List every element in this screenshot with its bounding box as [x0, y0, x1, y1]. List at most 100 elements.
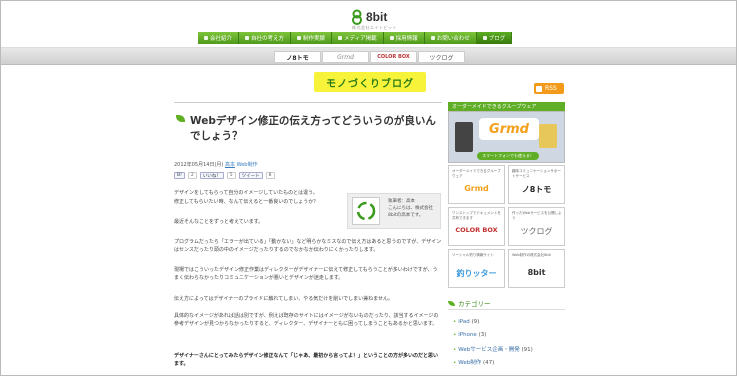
blog-banner-text: モノづくりブログ	[326, 78, 414, 90]
hatena-bookmark-button[interactable]: B!	[174, 172, 185, 179]
card-caption: オーダーメイドできるグループウェア	[452, 169, 501, 178]
card-caption: 趣味コミュニケーションサポートサービス	[512, 169, 561, 178]
tweet-count: 8	[265, 172, 275, 179]
sidebar-card-hachitomo[interactable]: 趣味コミュニケーションサポートサービス ノ8トモ	[508, 165, 565, 204]
category-label: iPad	[458, 319, 470, 325]
category-item[interactable]: iPhone (3)	[453, 332, 486, 338]
nav-label: 制作実績	[303, 36, 326, 42]
category-count: (91)	[521, 347, 533, 353]
phone-image	[455, 122, 473, 152]
category-count: (3)	[478, 332, 487, 338]
recruit-icon	[389, 36, 394, 40]
leaf-icon	[448, 300, 455, 306]
nav-label: 採用情報	[395, 36, 418, 42]
nav-contact[interactable]: お問い合わせ	[424, 32, 477, 44]
category-heading: カテゴリー	[448, 299, 565, 308]
grmd-feature-banner[interactable]: Grmd スマートフォンでも使える！	[448, 111, 565, 163]
hatena-count: 2	[187, 172, 197, 179]
author-box: 執筆者：高本 こんにちは、株式会社 8bitの高本です。	[347, 193, 441, 229]
paragraph: 修正してもらいたい時、なんて伝えると一番良いのでしょうか？	[174, 199, 319, 205]
nav-media[interactable]: メディア掲載	[332, 32, 384, 44]
author-greeting: こんにちは、株式会社	[388, 206, 433, 211]
rss-icon	[536, 85, 542, 92]
leaf-icon	[176, 115, 185, 122]
card-caption: Web制作の株式会社8bit	[512, 253, 551, 257]
card-brand: 釣りッター	[456, 269, 497, 278]
sidebar-feature-head: オーダーメイドできるグループウェア	[448, 102, 565, 111]
site-header: 8bit 株式会社エイトビット 会社紹介 自社の考え方 制作実績 メディア掲載 …	[1, 1, 736, 47]
card-caption: 作ったWebサービスを公開しよう	[512, 211, 562, 220]
category-count: (47)	[483, 360, 495, 366]
nav-recruit[interactable]: 採用情報	[383, 32, 425, 44]
facebook-like-button[interactable]: いいね！	[199, 172, 224, 179]
category-divider	[448, 309, 565, 310]
sidebar-card-grmd[interactable]: オーダーメイドできるグループウェア Grmd	[448, 165, 505, 204]
nav-label: お問い合わせ	[436, 36, 470, 42]
global-nav: 会社紹介 自社の考え方 制作実績 メディア掲載 採用情報 お問い合わせ ブログ	[198, 32, 513, 44]
logo-8bit-icon	[352, 9, 362, 25]
sidebar-card-colorbox[interactable]: ワンストップでドキュメントを共有できます COLOR BOX	[448, 207, 505, 246]
card-brand: Grmd	[464, 184, 489, 193]
category-label: Webサービス企画・開発	[458, 347, 520, 353]
category-item[interactable]: iPad (9)	[453, 319, 479, 325]
media-icon	[338, 36, 343, 40]
paragraph: 最近そんなことをずっと考えています。	[174, 219, 264, 225]
post-author-link[interactable]: 高本	[225, 162, 235, 168]
category-item[interactable]: Web制作 (47)	[453, 358, 494, 366]
paragraph: 現場ではこういったデザイン修正作業はディレクターがデザイナーに伝えて修正してもら…	[174, 267, 438, 281]
title-divider	[174, 102, 442, 103]
rss-label: RSS	[545, 85, 557, 92]
blog-banner[interactable]: モノづくりブログ	[314, 72, 426, 92]
service-subnav: ノ8トモ Grmd COLOR BOX ツクログ	[1, 47, 736, 65]
card-brand: ツクログ	[520, 227, 553, 236]
feature-cta: スマートフォンでも使える！	[477, 152, 539, 160]
contact-icon	[430, 36, 435, 40]
card-brand: ノ8トモ	[521, 185, 552, 194]
rss-button[interactable]: RSS	[534, 83, 564, 94]
card-brand: COLOR BOX	[455, 226, 498, 234]
category-item[interactable]: Webサービス企画・開発 (91)	[453, 345, 533, 353]
company-icon	[204, 36, 208, 40]
nav-company[interactable]: 会社紹介	[198, 32, 240, 44]
sidebar-card-8bit[interactable]: Web制作の株式会社8bit 8bit	[508, 249, 565, 288]
subnav-hachitomo[interactable]: ノ8トモ	[274, 51, 321, 63]
sidebar-card-tsukurogu[interactable]: 作ったWebサービスを公開しよう ツクログ	[508, 207, 565, 246]
subnav-grmd[interactable]: Grmd	[322, 51, 369, 63]
category-count: (9)	[471, 319, 480, 325]
paragraph: プログラムだったら「エラーが出ている」「動かない」など明らかなミスなので伝え方は…	[174, 239, 442, 253]
social-buttons: B! 2 いいね！ 5 ツイート 8	[174, 172, 275, 179]
blog-icon	[482, 36, 487, 40]
tweet-button[interactable]: ツイート	[238, 172, 263, 179]
facebook-count: 5	[226, 172, 236, 179]
card-caption: ソーシャル釣り情報サイト	[452, 253, 494, 257]
nav-label: 会社紹介	[210, 36, 233, 42]
works-icon	[297, 36, 302, 40]
paragraph: 伝え方によってはデザイナーのプライドに触れてしまい、やる気だけを削いでしまい兼ね…	[174, 296, 393, 302]
category-label: iPhone	[458, 332, 477, 338]
author-avatar	[352, 197, 380, 225]
post-date: 2012年05月14日(月)	[174, 162, 224, 168]
philosophy-icon	[245, 36, 250, 40]
card-caption: ワンストップでドキュメントを共有できます	[452, 211, 501, 220]
category-heading-text: カテゴリー	[458, 300, 491, 308]
nav-blog[interactable]: ブログ	[476, 32, 513, 44]
paragraph: デザインをしてもらって自分のイメージしていたものとは違う。	[174, 190, 318, 196]
author-text: 執筆者：高本 こんにちは、株式会社 8bitの高本です。	[388, 198, 433, 219]
subnav-colorbox[interactable]: COLOR BOX	[370, 51, 417, 63]
nav-works[interactable]: 制作実績	[291, 32, 333, 44]
author-greeting-2: 8bitの高本です。	[388, 213, 424, 218]
nav-philosophy[interactable]: 自社の考え方	[239, 32, 292, 44]
nav-label: メディア掲載	[344, 36, 377, 42]
paragraph: デザイナーさんにとってみたらデザイン修正なんて「じゃあ、最初から言ってよ！」とい…	[174, 353, 438, 367]
author-logo-icon	[356, 201, 376, 221]
nav-label: 自社の考え方	[251, 36, 285, 42]
sidebar-card-tsuritter[interactable]: ソーシャル釣り情報サイト 釣りッター	[448, 249, 505, 288]
post-category-link[interactable]: Web制作	[237, 162, 258, 168]
post-title: Webデザイン修正の伝え方ってどういうのが良いんでしょう？	[190, 115, 436, 142]
post-meta: 2012年05月14日(月) 高本 Web制作	[174, 161, 257, 168]
paragraph: 具体的なイメージがあれば話は別ですが、例えば既存のサイトにはイメージがないものだ…	[174, 313, 439, 327]
subnav-tsukurogu[interactable]: ツクログ	[418, 51, 465, 63]
author-name: 執筆者：高本	[388, 199, 415, 204]
grmd-logo: Grmd	[479, 118, 539, 140]
nav-label: ブログ	[488, 36, 506, 42]
